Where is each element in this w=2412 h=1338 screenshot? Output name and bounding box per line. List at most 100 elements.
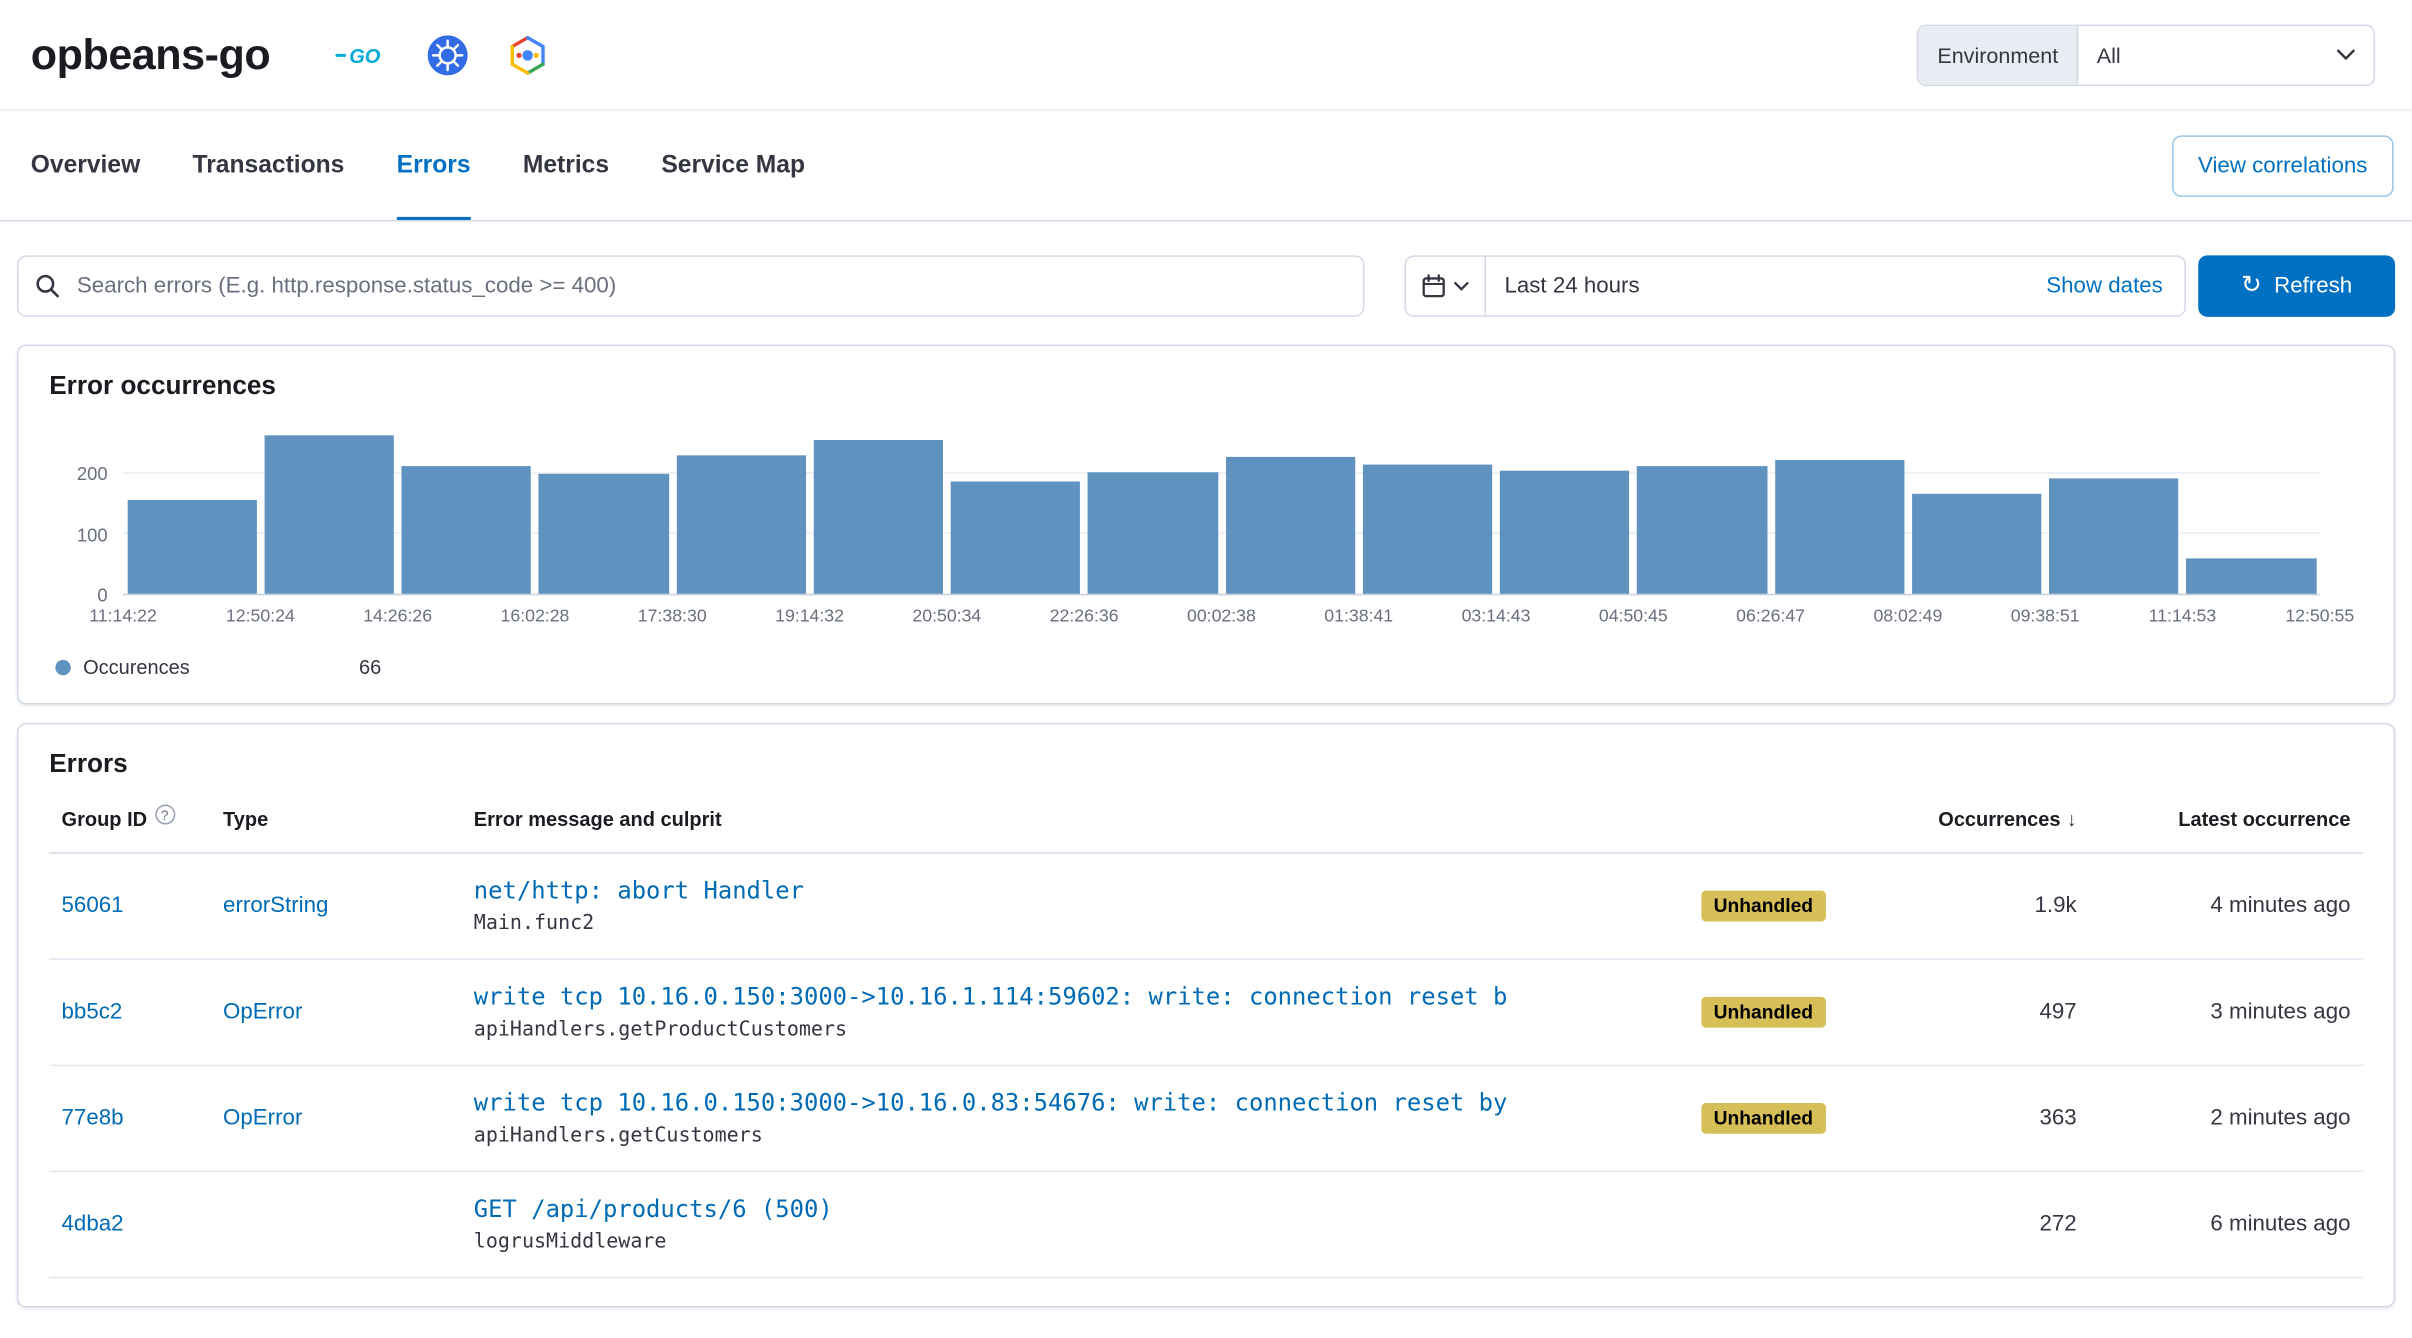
chart-y-axis: 0100200 [49, 426, 123, 595]
x-tick-label: 12:50:24 [226, 608, 295, 626]
cell-group-id: 4dba2 [49, 1212, 211, 1237]
occurrences-bar[interactable] [1637, 467, 1767, 594]
cell-group-id: bb5c2 [49, 1000, 211, 1025]
error-row: 56061 errorString net/http: abort Handler M… [49, 854, 2363, 960]
error-type-link[interactable]: OpError [223, 1000, 302, 1025]
page-header: opbeans-go GO [0, 0, 2412, 111]
refresh-button[interactable]: ↻ Refresh [2198, 255, 2395, 317]
cell-occurrences: 497 [1920, 1000, 2089, 1025]
occurrences-bar[interactable] [127, 499, 257, 594]
cell-type: OpError [211, 1000, 462, 1025]
go-agent-icon: GO [335, 42, 387, 67]
panel-title: Error occurrences [49, 371, 2363, 402]
error-row: bb5c2 OpError write tcp 10.16.0.150:3000->… [49, 960, 2363, 1066]
refresh-label: Refresh [2274, 274, 2352, 299]
error-group-id-link[interactable]: bb5c2 [62, 1000, 123, 1025]
show-dates-link[interactable]: Show dates [2046, 274, 2184, 299]
occurrences-bar[interactable] [2049, 479, 2179, 594]
x-tick-label: 03:14:43 [1462, 608, 1531, 626]
x-tick-label: 06:26:47 [1736, 608, 1805, 626]
tab-overview[interactable]: Overview [31, 111, 140, 220]
error-group-id-link[interactable]: 56061 [62, 894, 124, 919]
cell-message: GET /api/products/6 (500) logrusMiddlewar… [461, 1195, 1689, 1253]
unhandled-badge: Unhandled [1701, 1103, 1825, 1134]
tab-transactions[interactable]: Transactions [193, 111, 345, 220]
time-range-label[interactable]: Last 24 hours [1486, 274, 2046, 299]
error-message-link[interactable]: net/http: abort Handler [474, 877, 1677, 905]
svg-text:GO: GO [349, 45, 381, 67]
date-quick-select-button[interactable] [1406, 257, 1486, 315]
x-tick-label: 01:38:41 [1324, 608, 1393, 626]
occurrences-bar[interactable] [1225, 457, 1355, 594]
tab-errors[interactable]: Errors [397, 111, 471, 220]
error-group-id-link[interactable]: 4dba2 [62, 1212, 124, 1237]
errors-panel: Errors Group ID ? Type Error message and… [17, 723, 2395, 1308]
occurrences-bar[interactable] [676, 455, 806, 594]
occurrences-bar[interactable] [951, 481, 1081, 594]
occurrences-chart: 0100200 11:14:2212:50:2414:26:2616:02:28… [49, 426, 2363, 640]
error-group-id-link[interactable]: 77e8b [62, 1106, 124, 1131]
x-tick-label: 09:38:51 [2011, 608, 2080, 626]
gcp-icon [507, 35, 547, 75]
x-tick-label: 22:26:36 [1050, 608, 1119, 626]
environment-select[interactable]: Environment All [1917, 24, 2375, 86]
occurrences-bar[interactable] [1912, 493, 2042, 594]
chart-legend[interactable]: Occurences 66 [55, 655, 2362, 678]
occurrences-bar[interactable] [264, 435, 394, 594]
error-culprit: Main.func2 [474, 912, 1677, 935]
col-group-id-label: Group ID [62, 808, 148, 831]
errors-table-body: 56061 errorString net/http: abort Handler M… [49, 854, 2363, 1279]
occurrences-bar[interactable] [2186, 559, 2316, 594]
cell-handled: Unhandled [1689, 891, 1920, 922]
unhandled-badge: Unhandled [1701, 891, 1825, 922]
occurrences-bar[interactable] [1088, 472, 1218, 594]
col-message[interactable]: Error message and culprit [461, 808, 1689, 831]
cell-message: write tcp 10.16.0.150:3000->10.16.1.114:… [461, 983, 1689, 1041]
x-tick-label: 17:38:30 [638, 608, 707, 626]
error-message-link[interactable]: write tcp 10.16.0.150:3000->10.16.0.83:5… [474, 1089, 1677, 1117]
error-message-link[interactable]: write tcp 10.16.0.150:3000->10.16.1.114:… [474, 983, 1677, 1011]
page-content: Last 24 hours Show dates ↻ Refresh Error… [0, 222, 2412, 1308]
environment-value: All [2078, 25, 2336, 83]
occurrences-bar[interactable] [1774, 460, 1904, 594]
x-tick-label: 04:50:45 [1599, 608, 1668, 626]
x-tick-label: 11:14:53 [2149, 608, 2217, 626]
calendar-icon [1421, 274, 1446, 299]
chart-plot: 11:14:2212:50:2414:26:2616:02:2817:38:30… [123, 426, 2320, 640]
cell-handled: Unhandled [1689, 1103, 1920, 1134]
chart-bars-wrap [123, 426, 2320, 595]
search-errors-input[interactable] [17, 255, 1365, 317]
error-type-link[interactable]: OpError [223, 1106, 302, 1131]
error-culprit: apiHandlers.getCustomers [474, 1124, 1677, 1147]
error-culprit: logrusMiddleware [474, 1231, 1677, 1254]
occurrences-bar[interactable] [539, 474, 669, 594]
cell-group-id: 77e8b [49, 1106, 211, 1131]
col-type[interactable]: Type [211, 808, 462, 831]
col-latest[interactable]: Latest occurrence [2089, 808, 2363, 831]
x-tick-label: 16:02:28 [501, 608, 570, 626]
toolbar: Last 24 hours Show dates ↻ Refresh [17, 255, 2395, 317]
x-tick-label: 12:50:55 [2285, 608, 2354, 626]
view-correlations-button[interactable]: View correlations [2172, 135, 2394, 197]
occurrences-bar[interactable] [813, 439, 943, 593]
date-picker: Last 24 hours Show dates [1404, 255, 2185, 317]
chevron-down-icon [2337, 25, 2374, 83]
tab-metrics[interactable]: Metrics [523, 111, 609, 220]
col-group-id[interactable]: Group ID ? [49, 808, 211, 831]
error-row: 77e8b OpError write tcp 10.16.0.150:3000->… [49, 1066, 2363, 1172]
occurrences-bar[interactable] [401, 466, 531, 594]
search-box [17, 255, 1365, 317]
x-tick-label: 19:14:32 [775, 608, 844, 626]
legend-dot-icon [55, 659, 70, 674]
cell-latest-occurrence: 6 minutes ago [2089, 1212, 2363, 1237]
col-occurrences[interactable]: Occurrences ↓ [1920, 808, 2089, 831]
x-tick-label: 20:50:34 [912, 608, 981, 626]
y-tick-label: 100 [77, 524, 108, 546]
error-message-link[interactable]: GET /api/products/6 (500) [474, 1195, 1677, 1223]
tab-service-map[interactable]: Service Map [661, 111, 805, 220]
legend-value: 66 [359, 655, 381, 678]
occurrences-bar[interactable] [1363, 464, 1493, 593]
error-type-link[interactable]: errorString [223, 894, 328, 919]
occurrences-bar[interactable] [1500, 470, 1630, 593]
apm-service-errors-page: opbeans-go GO [0, 0, 2412, 1338]
